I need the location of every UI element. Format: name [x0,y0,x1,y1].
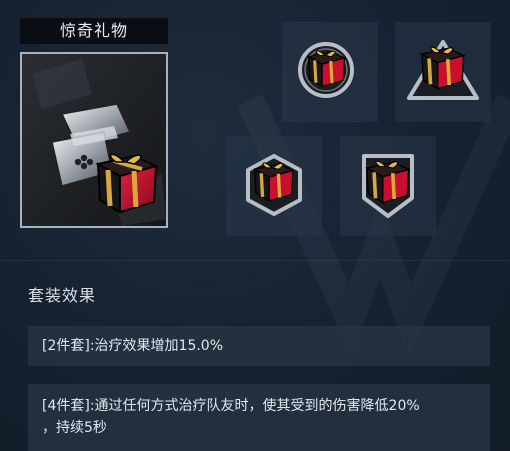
gift-square-frame-icon [362,154,414,218]
gift-triangle-frame-icon [407,40,479,100]
section-divider [0,260,510,261]
gift-hexagon-frame-icon [246,154,302,216]
two-piece-text: [2件套]:治疗效果增加15.0% [42,338,224,354]
variant-slot-1[interactable] [282,22,378,122]
item-title: 惊奇礼物 [20,18,168,44]
relic-detail-panel: 惊奇礼物 套装效果 [2件套]:治疗效果增加15.0% [4件套]:通过任何方式… [0,0,510,451]
four-piece-text-line2: ，持续5秒 [42,420,107,436]
gift-box-with-disk-icon [22,54,166,226]
gift-round-frame-icon [298,42,354,98]
four-piece-text-line1: [4件套]:通过任何方式治疗队友时，使其受到的伤害降低20% [42,398,420,414]
variant-slot-4[interactable] [340,136,436,236]
main-item-card[interactable] [20,52,168,228]
variant-slot-3[interactable] [226,136,322,236]
set-effect-heading: 套装效果 [28,286,97,305]
two-piece-effect: [2件套]:治疗效果增加15.0% [28,326,490,366]
variant-slot-2[interactable] [395,22,491,122]
four-piece-effect: [4件套]:通过任何方式治疗队友时，使其受到的伤害降低20% ，持续5秒 [28,384,490,451]
